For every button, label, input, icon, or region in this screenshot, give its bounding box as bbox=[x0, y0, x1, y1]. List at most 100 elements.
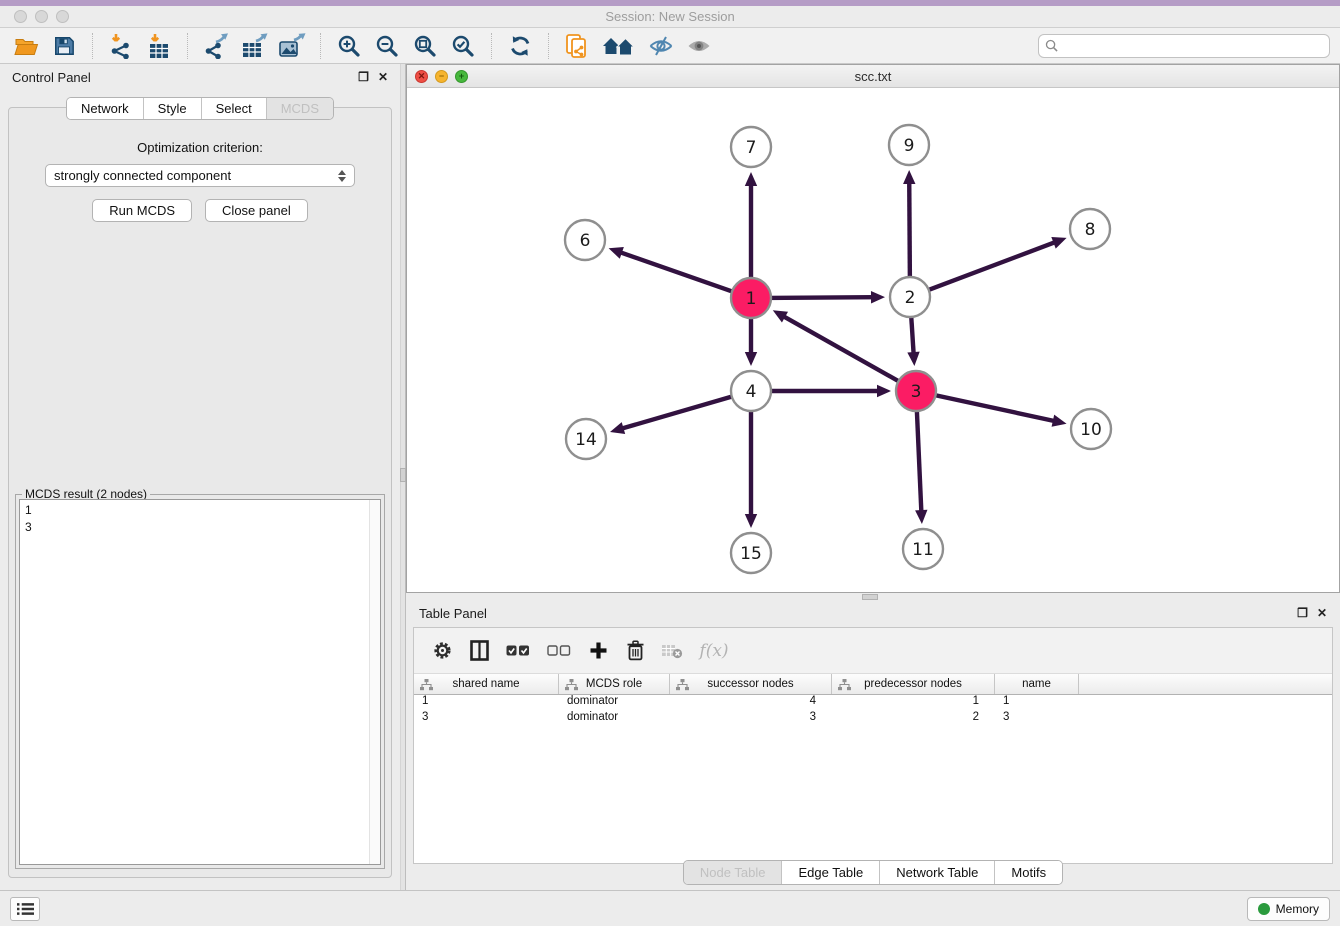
graph-edge-arrowhead bbox=[877, 385, 891, 397]
apply-function-button[interactable]: f(x) bbox=[698, 640, 730, 662]
close-panel-button[interactable]: Close panel bbox=[205, 199, 308, 222]
export-image-button[interactable] bbox=[276, 31, 308, 61]
close-table-panel-icon[interactable]: ✕ bbox=[1317, 607, 1327, 619]
deselect-all-button[interactable] bbox=[546, 640, 572, 662]
mcds-result-text[interactable]: 1 3 bbox=[19, 499, 381, 865]
column-header-label: MCDS role bbox=[586, 678, 642, 690]
tab-network-table[interactable]: Network Table bbox=[880, 861, 995, 884]
home-button[interactable] bbox=[599, 31, 639, 61]
memory-button-label: Memory bbox=[1276, 902, 1319, 916]
table-cell[interactable]: 1 bbox=[414, 695, 559, 711]
table-settings-button[interactable] bbox=[431, 640, 453, 662]
open-session-button[interactable] bbox=[10, 31, 42, 61]
divider-grip[interactable] bbox=[400, 468, 406, 482]
tab-edge-table[interactable]: Edge Table bbox=[782, 861, 880, 884]
export-table-button[interactable] bbox=[238, 31, 270, 61]
control-panel-title: Control Panel bbox=[12, 70, 91, 85]
export-network-button[interactable] bbox=[200, 31, 232, 61]
import-table-button[interactable] bbox=[143, 31, 175, 61]
hierarchy-icon bbox=[838, 679, 851, 691]
graph-node-label: 8 bbox=[1085, 220, 1096, 240]
refresh-button[interactable] bbox=[504, 31, 536, 61]
table-cell[interactable]: dominator bbox=[559, 695, 670, 711]
eye-slash-icon bbox=[647, 34, 675, 58]
export-image-icon bbox=[278, 33, 306, 59]
table-cell[interactable]: 1 bbox=[995, 695, 1079, 711]
memory-button[interactable]: Memory bbox=[1247, 897, 1330, 921]
delete-row-button[interactable] bbox=[624, 640, 646, 662]
graph-edge[interactable] bbox=[620, 252, 735, 292]
graph-edge[interactable] bbox=[917, 408, 922, 512]
table-cell[interactable]: 1 bbox=[832, 695, 995, 711]
column-header[interactable]: shared name bbox=[414, 674, 559, 694]
tab-mcds[interactable]: MCDS bbox=[267, 98, 333, 119]
graph-edge[interactable] bbox=[926, 242, 1055, 291]
horizontal-divider[interactable] bbox=[406, 593, 1340, 601]
graph-edge-arrowhead bbox=[1051, 237, 1066, 249]
zoom-selected-button[interactable] bbox=[447, 31, 479, 61]
show-all-button[interactable] bbox=[683, 31, 715, 61]
columns-icon bbox=[470, 640, 489, 661]
close-panel-icon[interactable]: ✕ bbox=[378, 71, 388, 83]
window-titlebar: Session: New Session bbox=[0, 6, 1340, 28]
mcds-result-group: MCDS result (2 nodes) 1 3 bbox=[15, 494, 385, 869]
tab-style[interactable]: Style bbox=[144, 98, 202, 119]
table-cell[interactable]: 3 bbox=[995, 711, 1079, 727]
network-from-clipboard-button[interactable] bbox=[561, 31, 593, 61]
optimization-select[interactable]: strongly connected component bbox=[45, 164, 355, 187]
graph-node-label: 1 bbox=[746, 289, 757, 309]
float-table-panel-icon[interactable]: ❒ bbox=[1297, 607, 1308, 619]
graph-edge[interactable] bbox=[911, 314, 914, 354]
table-cell[interactable]: 4 bbox=[670, 695, 832, 711]
graph-node-label: 6 bbox=[580, 231, 591, 251]
clipboard-network-icon bbox=[565, 33, 590, 59]
network-canvas[interactable]: 1234678910111415 bbox=[407, 88, 1339, 592]
hide-selected-button[interactable] bbox=[645, 31, 677, 61]
run-mcds-button[interactable]: Run MCDS bbox=[92, 199, 192, 222]
task-history-button[interactable] bbox=[10, 897, 40, 921]
search-icon bbox=[1045, 39, 1058, 52]
graph-edge[interactable] bbox=[783, 316, 901, 382]
search-input[interactable] bbox=[1062, 39, 1323, 53]
export-table-icon bbox=[241, 33, 268, 59]
save-session-button[interactable] bbox=[48, 31, 80, 61]
tab-motifs[interactable]: Motifs bbox=[995, 861, 1062, 884]
tab-node-table[interactable]: Node Table bbox=[684, 861, 783, 884]
graph-edge[interactable] bbox=[622, 396, 735, 429]
column-header[interactable]: successor nodes bbox=[670, 674, 832, 694]
column-header[interactable]: predecessor nodes bbox=[832, 674, 995, 694]
zoom-out-button[interactable] bbox=[371, 31, 403, 61]
import-network-button[interactable] bbox=[105, 31, 137, 61]
select-stepper-icon bbox=[338, 170, 346, 182]
horizontal-divider-grip[interactable] bbox=[862, 594, 878, 600]
tab-select[interactable]: Select bbox=[202, 98, 267, 119]
gear-icon bbox=[432, 640, 453, 661]
table-cell[interactable]: dominator bbox=[559, 711, 670, 727]
import-network-icon bbox=[108, 33, 134, 59]
graph-node-label: 10 bbox=[1080, 420, 1102, 440]
select-all-button[interactable] bbox=[505, 640, 531, 662]
zoom-fit-button[interactable] bbox=[409, 31, 441, 61]
add-row-button[interactable] bbox=[587, 640, 609, 662]
table-cell[interactable]: 2 bbox=[832, 711, 995, 727]
table-header-row: shared name MCDS role successor nodesprede… bbox=[414, 673, 1332, 695]
delete-table-button[interactable] bbox=[661, 640, 683, 662]
graph-node-label: 15 bbox=[740, 544, 762, 564]
table-cell[interactable]: 3 bbox=[414, 711, 559, 727]
table-row[interactable]: 1dominator411 bbox=[414, 695, 1332, 711]
table-row[interactable]: 3dominator323 bbox=[414, 711, 1332, 727]
result-scrollbar[interactable] bbox=[369, 500, 380, 864]
tab-network[interactable]: Network bbox=[67, 98, 144, 119]
column-header[interactable]: name bbox=[995, 674, 1079, 694]
column-header[interactable]: MCDS role bbox=[559, 674, 670, 694]
graph-edge-arrowhead bbox=[907, 352, 919, 366]
zoom-in-button[interactable] bbox=[333, 31, 365, 61]
graph-edge[interactable] bbox=[933, 395, 1055, 422]
toolbar-separator bbox=[320, 33, 321, 59]
graph-edge[interactable] bbox=[768, 297, 873, 298]
show-columns-button[interactable] bbox=[468, 640, 490, 662]
float-panel-icon[interactable]: ❒ bbox=[358, 71, 369, 83]
graph-edge[interactable] bbox=[909, 182, 910, 280]
graph-node-label: 7 bbox=[746, 138, 757, 158]
table-cell[interactable]: 3 bbox=[670, 711, 832, 727]
